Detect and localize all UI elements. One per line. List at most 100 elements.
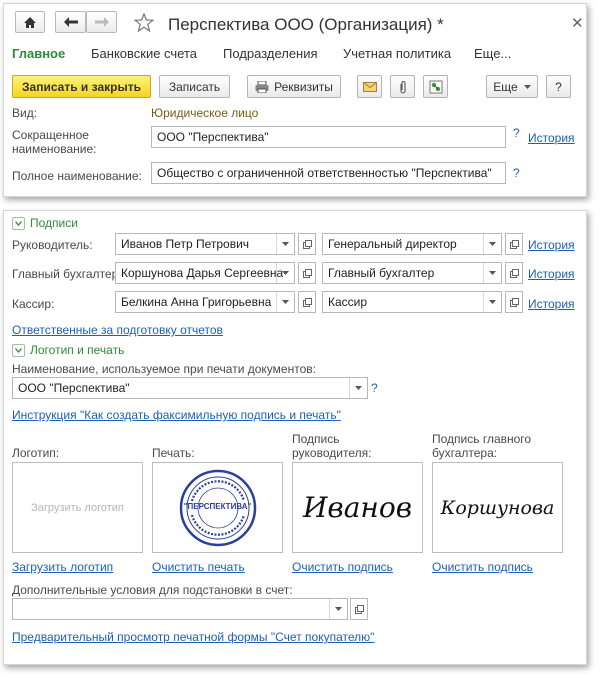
details-button-label: Реквизиты xyxy=(274,79,333,94)
open-link-icon[interactable] xyxy=(505,291,523,313)
collapse-chevron-icon xyxy=(12,216,25,230)
director-signature-label: Подпись руководителя: xyxy=(292,432,372,460)
help-button[interactable]: ? xyxy=(546,75,571,98)
dropdown-arrow-icon[interactable] xyxy=(483,234,501,254)
stamp-image: "ПЕРСПЕКТИВА" xyxy=(178,468,258,548)
clear-stamp-link[interactable]: Очистить печать xyxy=(152,560,245,574)
dropdown-arrow-icon[interactable] xyxy=(349,378,367,398)
forward-button[interactable] xyxy=(86,11,117,33)
more-button-label: Еще xyxy=(493,79,518,94)
favorite-star-icon[interactable] xyxy=(133,12,155,35)
kind-value: Юридическое лицо xyxy=(151,106,259,120)
print-name-label: Наименование, используемое при печати до… xyxy=(12,362,316,376)
preview-print-form-link[interactable]: Предварительный просмотр печатной формы … xyxy=(12,630,374,644)
dropdown-arrow-icon[interactable] xyxy=(276,292,294,312)
stamp-box[interactable]: "ПЕРСПЕКТИВА" xyxy=(152,462,283,553)
accountant-label: Главный бухгалтер: xyxy=(12,267,122,281)
home-button[interactable] xyxy=(15,11,45,33)
load-logo-link[interactable]: Загрузить логотип xyxy=(12,560,113,574)
accountant-signature-box[interactable]: Коршунова xyxy=(432,462,563,553)
print-name-field[interactable]: ООО "Перспектива" xyxy=(12,377,368,399)
arrow-left-icon xyxy=(63,17,78,27)
printer-icon xyxy=(255,80,269,93)
save-and-close-button[interactable]: Записать и закрыть xyxy=(12,75,151,98)
paperclip-icon xyxy=(399,80,406,94)
tab-accounting-policy[interactable]: Учетная политика xyxy=(343,46,451,61)
open-link-icon[interactable] xyxy=(505,233,523,255)
short-name-history-link[interactable]: История xyxy=(528,131,575,145)
accountant-person-field[interactable]: Коршунова Дарья Сергеевна xyxy=(115,262,295,284)
dropdown-arrow-icon[interactable] xyxy=(329,599,347,619)
cashier-position-field[interactable]: Кассир xyxy=(322,291,502,313)
envelope-icon xyxy=(362,81,377,92)
more-button[interactable]: Еще xyxy=(486,75,538,98)
stamp-label: Печать: xyxy=(152,446,195,460)
tab-more[interactable]: Еще... xyxy=(474,46,511,61)
logo-placeholder: Загрузить логотип xyxy=(31,501,124,514)
details-button[interactable]: Реквизиты xyxy=(247,75,341,98)
print-name-help[interactable]: ? xyxy=(371,381,378,395)
back-button[interactable] xyxy=(55,11,86,33)
dropdown-arrow-icon[interactable] xyxy=(276,263,294,283)
instruction-link[interactable]: Инструкция "Как создать факсимильную под… xyxy=(12,408,341,422)
dropdown-arrow-icon[interactable] xyxy=(483,292,501,312)
home-icon xyxy=(24,16,36,28)
accountant-signature-image: Коршунова xyxy=(440,496,555,519)
responsible-reports-link[interactable]: Ответственные за подготовку отчетов xyxy=(12,323,223,337)
stamp-text: "ПЕРСПЕКТИВА" xyxy=(183,501,252,511)
cashier-person-value: Белкина Анна Григорьевна xyxy=(121,295,272,309)
email-button[interactable] xyxy=(357,75,382,98)
director-person-field[interactable]: Иванов Петр Петрович xyxy=(115,233,295,255)
cashier-label: Кассир: xyxy=(12,297,55,311)
open-link-icon[interactable] xyxy=(350,598,368,620)
arrow-right-icon xyxy=(94,17,109,27)
extra-conditions-label: Дополнительные условия для подстановки в… xyxy=(12,583,293,597)
dropdown-arrow-icon[interactable] xyxy=(276,234,294,254)
collapse-chevron-icon xyxy=(12,343,25,357)
clear-director-signature-link[interactable]: Очистить подпись xyxy=(292,560,393,574)
clear-accountant-signature-link[interactable]: Очистить подпись xyxy=(432,560,533,574)
accountant-signature-label: Подпись главного бухгалтера: xyxy=(432,432,532,460)
structure-button[interactable] xyxy=(423,75,448,98)
signatures-logo-panel: Подписи Руководитель: Иванов Петр Петров… xyxy=(3,210,587,665)
kind-label: Вид: xyxy=(12,106,38,120)
director-history-link[interactable]: История xyxy=(528,238,575,252)
director-signature-box[interactable]: Иванов xyxy=(292,462,423,553)
tab-departments[interactable]: Подразделения xyxy=(223,46,318,61)
attachment-button[interactable] xyxy=(390,75,415,98)
full-name-help[interactable]: ? xyxy=(513,166,520,180)
short-name-help[interactable]: ? xyxy=(513,126,520,140)
open-link-icon[interactable] xyxy=(505,262,523,284)
open-link-icon[interactable] xyxy=(298,262,316,284)
signatures-group-title: Подписи xyxy=(30,216,78,230)
logo-print-group-header[interactable]: Логотип и печать xyxy=(12,343,124,357)
director-signature-image: Иванов xyxy=(302,491,412,524)
director-person-value: Иванов Петр Петрович xyxy=(121,237,250,251)
save-button[interactable]: Записать xyxy=(159,75,230,98)
chevron-down-icon xyxy=(523,84,531,89)
logo-box[interactable]: Загрузить логотип xyxy=(12,462,143,553)
accountant-history-link[interactable]: История xyxy=(528,267,575,281)
dropdown-arrow-icon[interactable] xyxy=(483,263,501,283)
tab-bank-accounts[interactable]: Банковские счета xyxy=(91,46,197,61)
extra-conditions-field[interactable] xyxy=(12,598,348,620)
accountant-position-field[interactable]: Главный бухгалтер xyxy=(322,262,502,284)
accountant-position-value: Главный бухгалтер xyxy=(328,266,435,280)
print-name-value: ООО "Перспектива" xyxy=(18,381,130,395)
tab-main[interactable]: Главное xyxy=(12,46,65,61)
cashier-history-link[interactable]: История xyxy=(528,297,575,311)
short-name-field[interactable]: ООО "Перспектива" xyxy=(151,126,506,148)
structure-icon xyxy=(429,80,442,93)
close-icon[interactable]: ✕ xyxy=(571,14,584,32)
cashier-person-field[interactable]: Белкина Анна Григорьевна xyxy=(115,291,295,313)
logo-print-group-title: Логотип и печать xyxy=(30,343,125,357)
full-name-field[interactable]: Общество с ограниченной ответственностью… xyxy=(151,162,506,184)
signatures-group-header[interactable]: Подписи xyxy=(12,216,78,230)
window-title: Перспектива ООО (Организация) * xyxy=(168,15,444,34)
cashier-position-value: Кассир xyxy=(328,295,368,309)
director-position-field[interactable]: Генеральный директор xyxy=(322,233,502,255)
short-name-label: Сокращенное наименование: xyxy=(12,128,97,156)
open-link-icon[interactable] xyxy=(298,233,316,255)
open-link-icon[interactable] xyxy=(298,291,316,313)
organization-main-panel: Перспектива ООО (Организация) * ✕ Главно… xyxy=(3,3,587,197)
